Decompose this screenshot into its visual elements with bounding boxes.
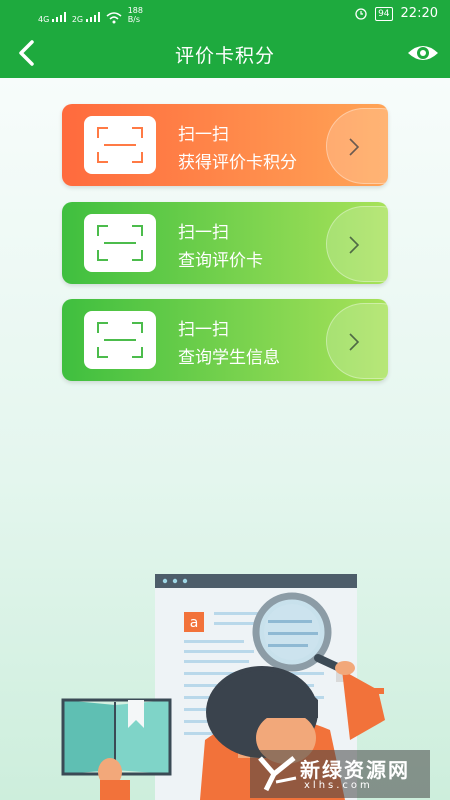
status-left: 4G 2G 188 B/s bbox=[38, 6, 143, 24]
signal-1-label: 4G bbox=[38, 15, 50, 24]
net-speed-unit: B/s bbox=[127, 15, 141, 24]
watermark-url: xlhs.com bbox=[304, 780, 373, 791]
signal-2: 2G bbox=[72, 12, 100, 24]
watermark-name: 新绿资源网 bbox=[300, 758, 410, 782]
clock: 22:20 bbox=[400, 6, 438, 21]
net-speed: 188 B/s bbox=[128, 6, 143, 24]
view-button[interactable] bbox=[406, 38, 440, 68]
signal-2-label: 2G bbox=[71, 15, 84, 24]
signal-bars-icon bbox=[85, 12, 100, 22]
wifi-icon bbox=[106, 12, 122, 24]
watermark: 新绿资源网 xlhs.com bbox=[250, 750, 430, 798]
navbar: 评价卡积分 bbox=[0, 28, 450, 78]
net-speed-value: 188 bbox=[127, 6, 143, 15]
page-title: 评价卡积分 bbox=[174, 45, 275, 67]
main-content: 扫一扫 获得评价卡积分 扫一扫 查询评价卡 扫一扫 查询学生信息 a 新绿资源网… bbox=[0, 78, 450, 800]
search-illustration: a bbox=[61, 574, 385, 800]
signal-1: 4G bbox=[38, 12, 66, 24]
logo-icon bbox=[258, 756, 297, 792]
battery-level: 94 bbox=[375, 6, 393, 21]
alarm-icon bbox=[355, 7, 367, 20]
status-bar: 4G 2G 188 B/s 94 22:20 bbox=[0, 0, 450, 28]
status-right: 94 22:20 bbox=[355, 6, 438, 21]
eye-icon bbox=[408, 46, 438, 60]
signal-bars-icon bbox=[51, 12, 66, 22]
doc-badge: a bbox=[190, 615, 199, 631]
